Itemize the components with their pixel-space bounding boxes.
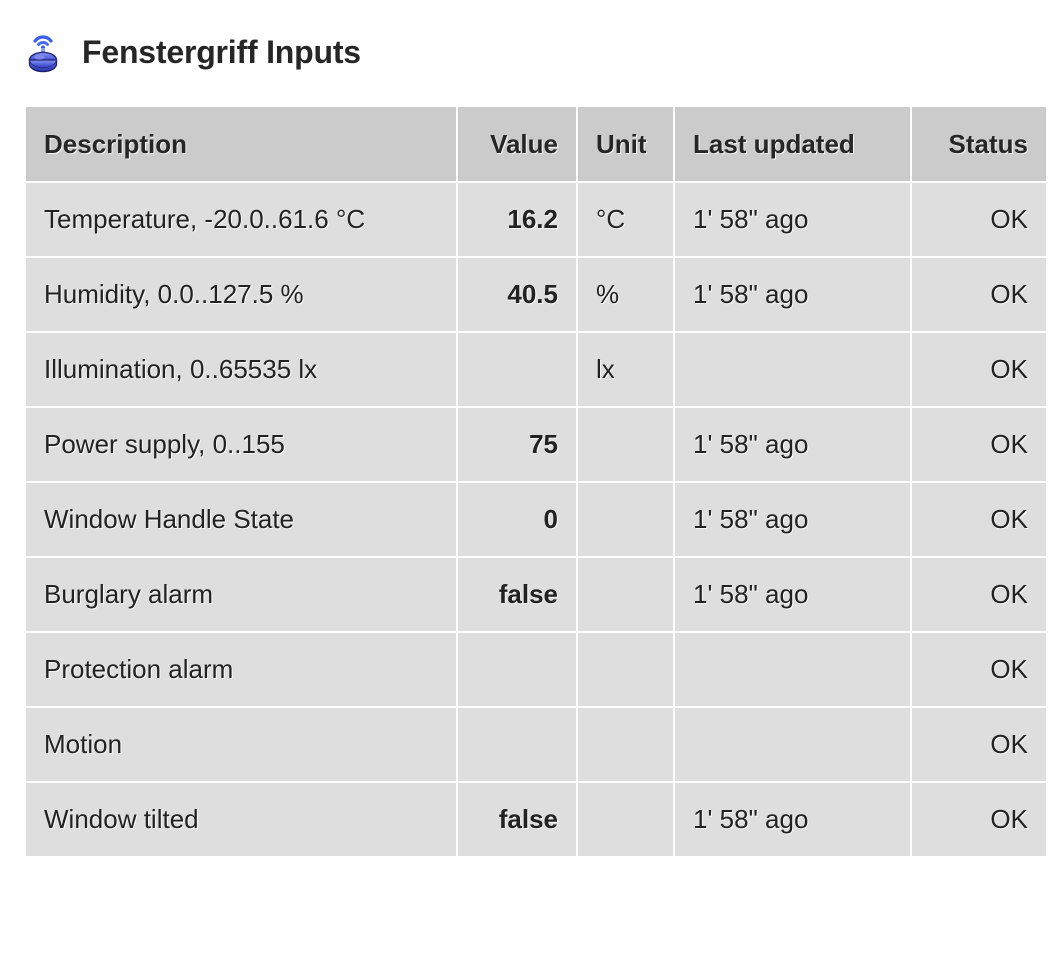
- row-description: Temperature, -20.0..61.6 °C: [26, 183, 456, 256]
- table-header-row: Description Value Unit Last updated Stat…: [26, 107, 1046, 181]
- row-last-updated: 1' 58" ago: [675, 483, 910, 556]
- row-unit: [578, 633, 673, 706]
- row-status: OK: [912, 183, 1046, 256]
- table-row[interactable]: Motion OK: [26, 708, 1046, 781]
- table-row[interactable]: Protection alarm OK: [26, 633, 1046, 706]
- row-value: false: [458, 783, 576, 856]
- row-description: Window tilted: [26, 783, 456, 856]
- row-status: OK: [912, 558, 1046, 631]
- row-description: Humidity, 0.0..127.5 %: [26, 258, 456, 331]
- row-description: Protection alarm: [26, 633, 456, 706]
- row-value: false: [458, 558, 576, 631]
- row-status: OK: [912, 783, 1046, 856]
- row-last-updated: 1' 58" ago: [675, 558, 910, 631]
- row-status: OK: [912, 333, 1046, 406]
- row-last-updated: 1' 58" ago: [675, 258, 910, 331]
- column-header-last-updated[interactable]: Last updated: [675, 107, 910, 181]
- column-header-unit[interactable]: Unit: [578, 107, 673, 181]
- row-last-updated: [675, 708, 910, 781]
- table-row[interactable]: Window tilted false 1' 58" ago OK: [26, 783, 1046, 856]
- row-unit: %: [578, 258, 673, 331]
- table-body: Temperature, -20.0..61.6 °C 16.2 °C 1' 58" …: [26, 183, 1046, 856]
- table-row[interactable]: Burglary alarm false 1' 58" ago OK: [26, 558, 1046, 631]
- row-value: 40.5: [458, 258, 576, 331]
- row-description: Burglary alarm: [26, 558, 456, 631]
- row-unit: [578, 783, 673, 856]
- table-row[interactable]: Temperature, -20.0..61.6 °C 16.2 °C 1' 58" …: [26, 183, 1046, 256]
- wireless-sensor-icon: [24, 30, 62, 74]
- row-value: [458, 333, 576, 406]
- column-header-description[interactable]: Description: [26, 107, 456, 181]
- row-unit: °C: [578, 183, 673, 256]
- row-status: OK: [912, 258, 1046, 331]
- row-status: OK: [912, 633, 1046, 706]
- page-title: Fenstergriff Inputs: [82, 33, 361, 70]
- column-header-value[interactable]: Value: [458, 107, 576, 181]
- column-header-status[interactable]: Status: [912, 107, 1046, 181]
- table-row[interactable]: Humidity, 0.0..127.5 % 40.5% 1' 58" ago OK: [26, 258, 1046, 331]
- row-description: Illumination, 0..65535 lx: [26, 333, 456, 406]
- table-row[interactable]: Illumination, 0..65535 lx lx OK: [26, 333, 1046, 406]
- row-status: OK: [912, 708, 1046, 781]
- row-value: 0: [458, 483, 576, 556]
- row-status: OK: [912, 408, 1046, 481]
- row-description: Motion: [26, 708, 456, 781]
- row-unit: [578, 408, 673, 481]
- row-unit: [578, 483, 673, 556]
- row-value: 75: [458, 408, 576, 481]
- inputs-table: Description Value Unit Last updated Stat…: [24, 105, 1048, 858]
- row-description: Window Handle State: [26, 483, 456, 556]
- row-description: Power supply, 0..155: [26, 408, 456, 481]
- row-value: [458, 633, 576, 706]
- row-unit: [578, 558, 673, 631]
- row-last-updated: [675, 333, 910, 406]
- row-last-updated: 1' 58" ago: [675, 783, 910, 856]
- row-value: [458, 708, 576, 781]
- table-row[interactable]: Power supply, 0..155 75 1' 58" ago OK: [26, 408, 1046, 481]
- table-header: Description Value Unit Last updated Stat…: [26, 107, 1046, 181]
- row-last-updated: 1' 58" ago: [675, 408, 910, 481]
- row-last-updated: 1' 58" ago: [675, 183, 910, 256]
- row-status: OK: [912, 483, 1046, 556]
- table-row[interactable]: Window Handle State 0 1' 58" ago OK: [26, 483, 1046, 556]
- row-unit: lx: [578, 333, 673, 406]
- row-unit: [578, 708, 673, 781]
- row-value: 16.2: [458, 183, 576, 256]
- page-header: Fenstergriff Inputs: [24, 22, 1040, 82]
- page-root: Fenstergriff Inputs Description Value Un…: [0, 0, 1064, 858]
- row-last-updated: [675, 633, 910, 706]
